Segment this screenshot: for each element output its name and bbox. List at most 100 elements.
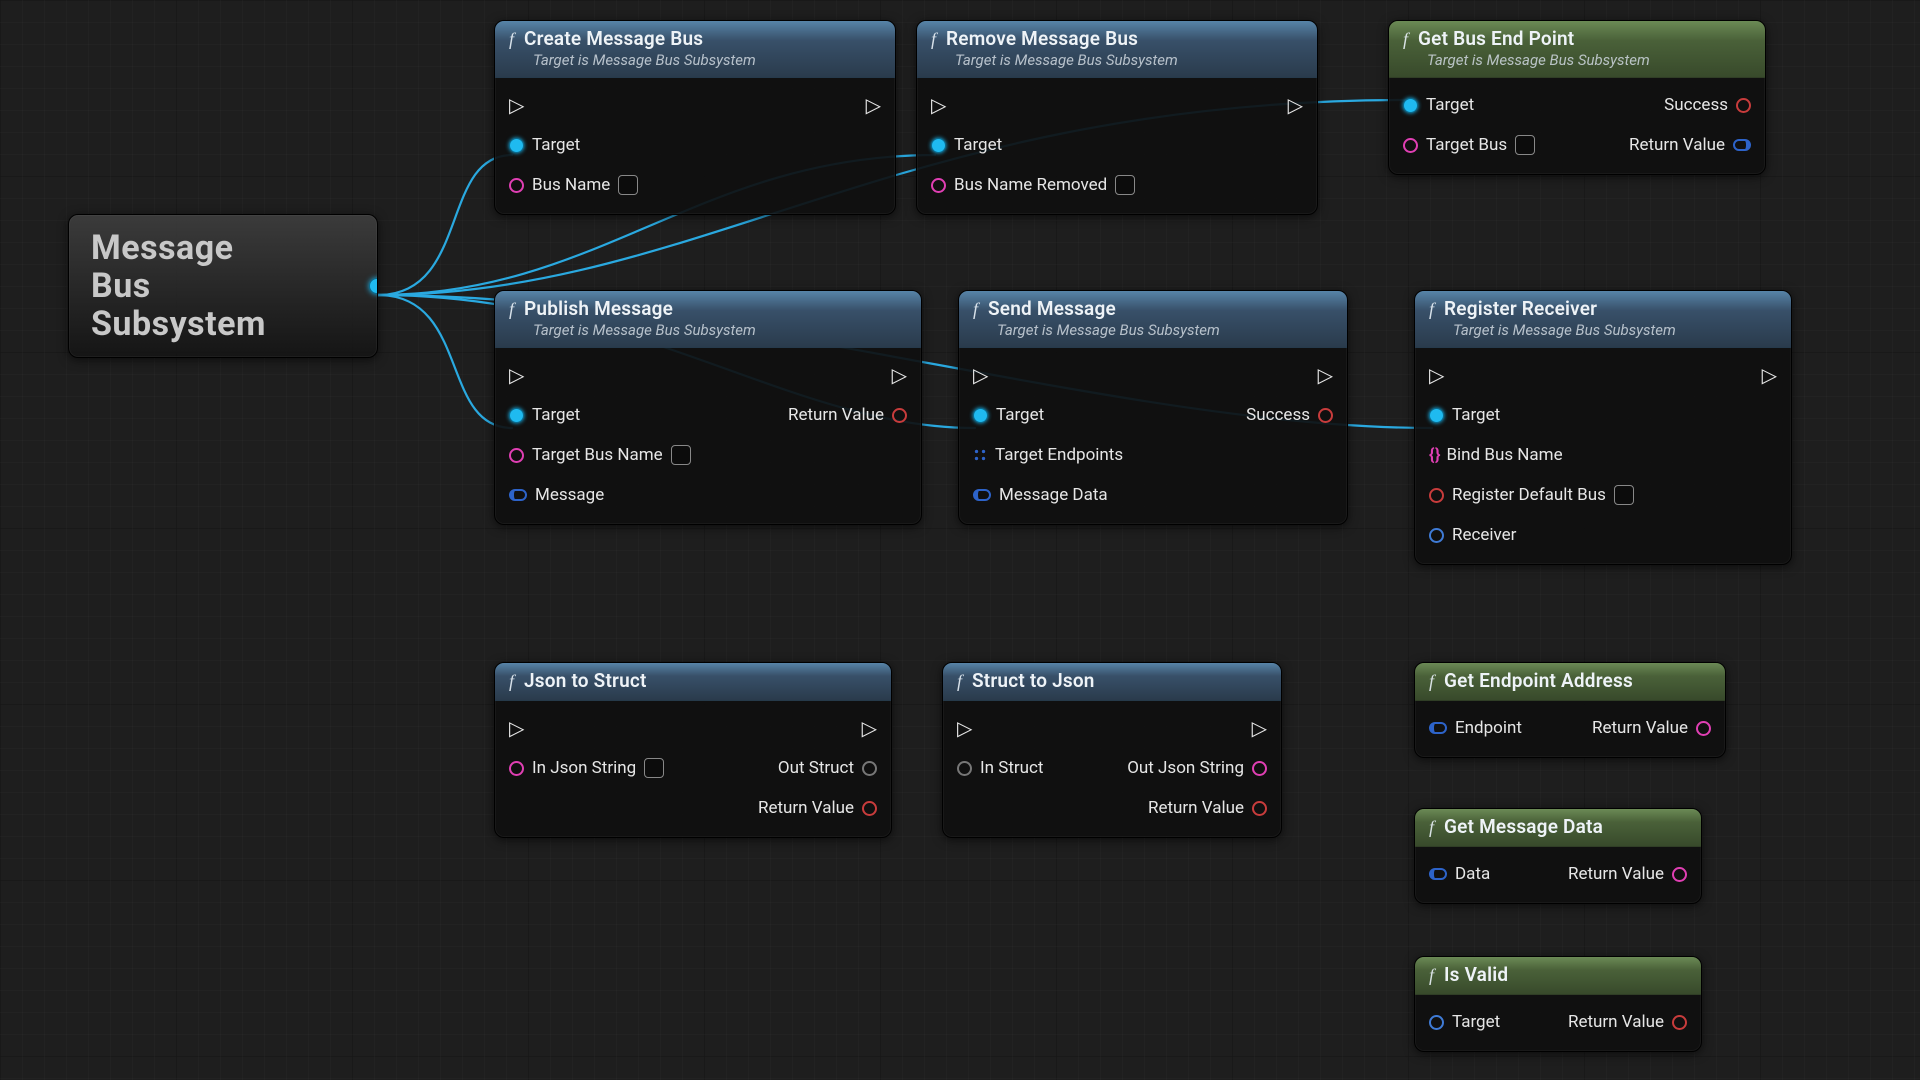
pin-label: Target Bus Name [532, 445, 663, 465]
source-node[interactable]: Message Bus Subsystem [68, 214, 378, 358]
exec-in-pin[interactable]: ▷ [957, 718, 972, 738]
pin-label: Message Data [999, 485, 1108, 505]
receiver-pin[interactable] [1429, 528, 1444, 543]
bus-name-removed-textbox[interactable] [1115, 175, 1135, 195]
exec-out-pin[interactable]: ▷ [1318, 365, 1333, 385]
bus-name-textbox[interactable] [618, 175, 638, 195]
data-pin[interactable] [1429, 868, 1447, 880]
out-json-string-pin[interactable] [1252, 761, 1267, 776]
target-bus-name-textbox[interactable] [671, 445, 691, 465]
node-get-message-data[interactable]: fGet Message Data Data Return Value [1414, 808, 1702, 904]
node-header: f Json to Struct [495, 663, 891, 701]
return-value-pin[interactable] [1252, 801, 1267, 816]
node-title: Get Bus End Point [1418, 27, 1574, 50]
return-value-pin[interactable] [1696, 721, 1711, 736]
target-bus-name-pin[interactable] [509, 448, 524, 463]
exec-out-pin[interactable]: ▷ [866, 95, 881, 115]
node-title: Get Endpoint Address [1444, 669, 1633, 692]
node-subtitle: Target is Message Bus Subsystem [533, 51, 881, 69]
node-struct-to-json[interactable]: fStruct to Json ▷ ▷ In Struct Out Json S… [942, 662, 1282, 838]
target-bus-textbox[interactable] [1515, 135, 1535, 155]
node-publish-message[interactable]: fPublish Message Target is Message Bus S… [494, 290, 922, 525]
exec-out-pin[interactable]: ▷ [1252, 718, 1267, 738]
node-is-valid[interactable]: fIs Valid Target Return Value [1414, 956, 1702, 1052]
node-register-receiver[interactable]: fRegister Receiver Target is Message Bus… [1414, 290, 1792, 565]
exec-in-pin[interactable]: ▷ [973, 365, 988, 385]
node-title: Send Message [988, 297, 1116, 320]
return-value-pin[interactable] [1733, 139, 1751, 151]
target-endpoints-pin[interactable] [973, 448, 987, 462]
function-icon: f [509, 29, 514, 50]
exec-out-pin[interactable]: ▷ [1762, 365, 1777, 385]
target-pin[interactable] [509, 138, 524, 153]
out-struct-pin[interactable] [862, 761, 877, 776]
target-pin[interactable] [1429, 1015, 1444, 1030]
source-node-title: Message Bus Subsystem [91, 229, 353, 343]
node-header: fRegister Receiver Target is Message Bus… [1415, 291, 1791, 348]
node-header: fGet Endpoint Address [1415, 663, 1725, 701]
node-remove-message-bus[interactable]: fRemove Message Bus Target is Message Bu… [916, 20, 1318, 215]
node-header: fGet Message Data [1415, 809, 1701, 847]
pin-label: Receiver [1452, 525, 1516, 545]
node-title: Create Message Bus [524, 27, 703, 50]
node-title: Get Message Data [1444, 815, 1603, 838]
pin-label: Bind Bus Name [1446, 445, 1562, 465]
return-value-pin[interactable] [1672, 1015, 1687, 1030]
target-pin[interactable] [509, 408, 524, 423]
register-default-bus-pin[interactable] [1429, 488, 1444, 503]
success-pin[interactable] [1736, 98, 1751, 113]
exec-in-pin[interactable]: ▷ [931, 95, 946, 115]
pin-label: Target [1426, 95, 1474, 115]
node-get-bus-end-point[interactable]: fGet Bus End Point Target is Message Bus… [1388, 20, 1766, 175]
pin-label: Target [1452, 1012, 1500, 1032]
return-value-pin[interactable] [862, 801, 877, 816]
node-header: fGet Bus End Point Target is Message Bus… [1389, 21, 1765, 78]
target-pin[interactable] [1403, 98, 1418, 113]
node-get-endpoint-address[interactable]: fGet Endpoint Address Endpoint Return Va… [1414, 662, 1726, 758]
bus-name-removed-pin[interactable] [931, 178, 946, 193]
node-title: Json to Struct [524, 669, 647, 692]
function-icon: f [1403, 29, 1408, 50]
register-default-bus-checkbox[interactable] [1614, 485, 1634, 505]
exec-out-pin[interactable]: ▷ [1288, 95, 1303, 115]
in-json-string-textbox[interactable] [644, 758, 664, 778]
node-create-message-bus[interactable]: f Create Message Bus Target is Message Bu… [494, 20, 896, 215]
pin-label: Target Bus [1426, 135, 1507, 155]
message-pin[interactable] [509, 489, 527, 501]
exec-out-pin[interactable]: ▷ [862, 718, 877, 738]
exec-in-pin[interactable]: ▷ [509, 365, 524, 385]
return-value-pin[interactable] [892, 408, 907, 423]
pin-label: Target [996, 405, 1044, 425]
node-send-message[interactable]: fSend Message Target is Message Bus Subs… [958, 290, 1348, 525]
pin-label: Return Value [788, 405, 884, 425]
pin-label: In Json String [532, 758, 636, 778]
function-icon: f [1429, 299, 1434, 320]
bus-name-pin[interactable] [509, 178, 524, 193]
target-bus-pin[interactable] [1403, 138, 1418, 153]
return-value-pin[interactable] [1672, 867, 1687, 882]
function-icon: f [509, 671, 514, 692]
exec-in-pin[interactable]: ▷ [509, 95, 524, 115]
pin-label: Success [1246, 405, 1310, 425]
target-pin[interactable] [931, 138, 946, 153]
in-json-string-pin[interactable] [509, 761, 524, 776]
target-pin[interactable] [973, 408, 988, 423]
node-header: f Create Message Bus Target is Message Bu… [495, 21, 895, 78]
source-output-pin[interactable] [369, 278, 378, 294]
pin-label: Return Value [1148, 798, 1244, 818]
endpoint-pin[interactable] [1429, 722, 1447, 734]
function-icon: f [957, 671, 962, 692]
in-struct-pin[interactable] [957, 761, 972, 776]
target-pin[interactable] [1429, 408, 1444, 423]
exec-in-pin[interactable]: ▷ [509, 718, 524, 738]
node-title: Is Valid [1444, 963, 1508, 986]
node-header: fPublish Message Target is Message Bus S… [495, 291, 921, 348]
message-data-pin[interactable] [973, 489, 991, 501]
node-header: fIs Valid [1415, 957, 1701, 995]
pin-label: Target Endpoints [995, 445, 1123, 465]
exec-in-pin[interactable]: ▷ [1429, 365, 1444, 385]
success-pin[interactable] [1318, 408, 1333, 423]
node-json-to-struct[interactable]: fJson to Struct ▷ ▷ In Json String Out S… [494, 662, 892, 838]
bind-bus-name-pin[interactable]: { } [1429, 445, 1438, 465]
exec-out-pin[interactable]: ▷ [892, 365, 907, 385]
